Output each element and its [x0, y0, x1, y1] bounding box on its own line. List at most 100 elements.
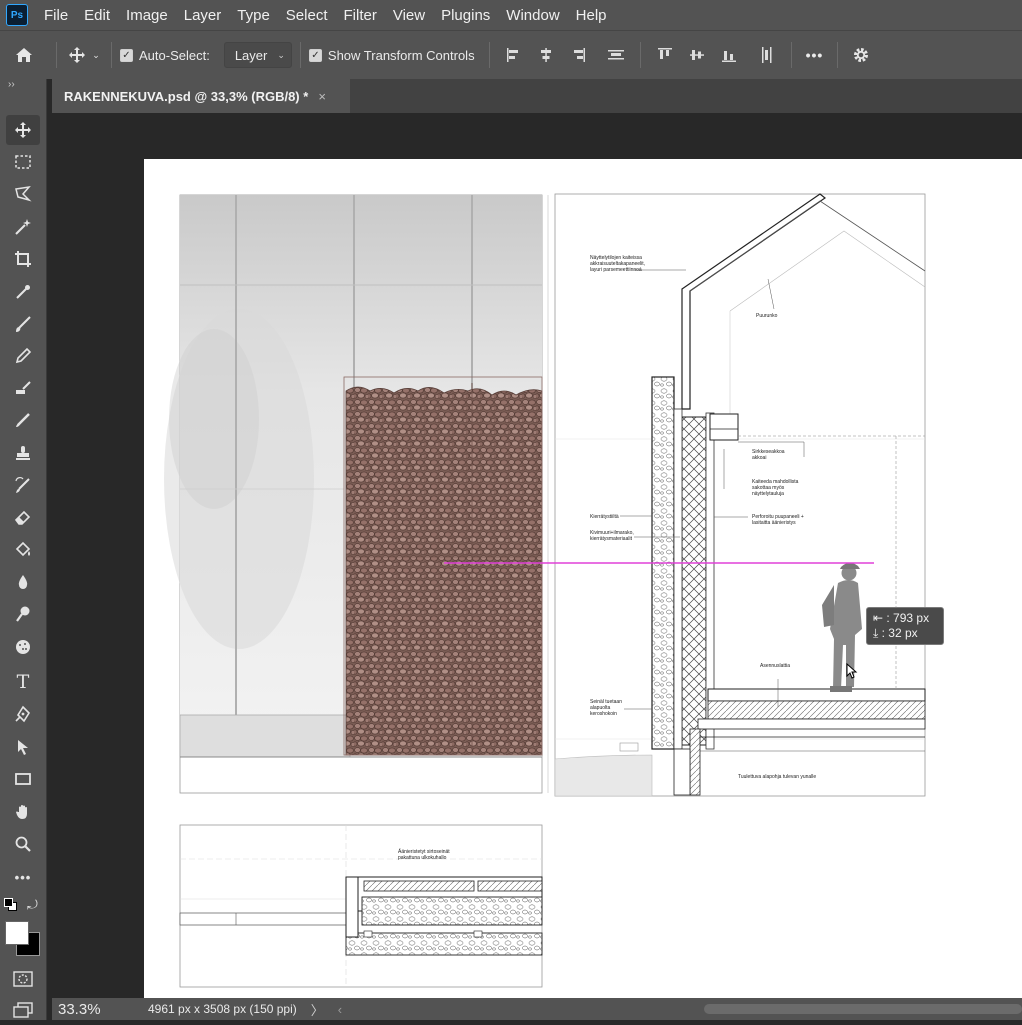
more-options-icon[interactable]: ••• [806, 47, 824, 63]
drawing-label: Kierrätystiiltä [590, 514, 619, 520]
pencil-tool-icon[interactable] [6, 341, 40, 371]
move-tool-icon[interactable] [65, 46, 89, 64]
quick-mask-icon[interactable] [6, 964, 40, 994]
zoom-tool-icon[interactable] [6, 829, 40, 859]
history-brush-tool-icon[interactable] [6, 470, 40, 500]
dodge-tool-icon[interactable] [6, 599, 40, 629]
rectangle-tool-icon[interactable] [6, 764, 40, 794]
detail-panel [179, 824, 543, 988]
sponge-tool-icon[interactable] [6, 632, 40, 662]
separator [56, 42, 57, 68]
marquee-tool-icon[interactable] [6, 147, 40, 177]
separator [488, 42, 490, 68]
stamp-tool-icon[interactable] [6, 438, 40, 468]
canvas-area[interactable]: Näyttelytilojen kaiteissa akkraisuutelta… [52, 113, 1022, 998]
tools-panel: ›› T ••• ⤾ [0, 79, 47, 1020]
document-info: 4961 px x 3508 px (150 ppi) [148, 1002, 297, 1016]
blur-tool-icon[interactable] [6, 567, 40, 597]
align-top-icon[interactable] [657, 47, 673, 63]
drawing-label: Asennuslattia [760, 663, 791, 669]
photoshop-logo-icon[interactable]: Ps [6, 4, 28, 26]
foreground-color-swatch[interactable] [5, 921, 29, 945]
chevron-down-icon: ⌄ [277, 49, 285, 60]
drawing-label: Perforoitu puupaneeli + lasitaitta äänie… [752, 514, 804, 526]
eraser-tool-icon[interactable] [6, 502, 40, 532]
horizontal-scrollbar[interactable] [704, 1004, 1022, 1014]
drawing-label: Näyttelytilojen kaiteissa akkraisuutelta… [590, 255, 646, 273]
pen-tool-icon[interactable] [6, 699, 40, 729]
drawing-label: Kaiteeda mahdollista sakottaa myös näytt… [752, 479, 799, 497]
drawing-label: Äänieristetyt sirtoseinät pakattuna ulko… [398, 849, 450, 861]
menu-file[interactable]: File [36, 7, 76, 24]
auto-select-label: Auto-Select: [139, 47, 210, 63]
home-icon[interactable] [0, 45, 48, 65]
separator [790, 42, 792, 68]
measure-dx: ⇤ : 793 px [873, 611, 930, 625]
measurement-tooltip: ⇤ : 793 px ⤓ : 32 px [866, 607, 944, 645]
screen-mode-icon[interactable] [6, 995, 40, 1025]
align-left-icon[interactable] [506, 47, 522, 63]
distribute-icon[interactable] [607, 47, 624, 63]
separator [639, 42, 641, 68]
architectural-drawing [164, 193, 926, 988]
drawing-label: Puurunko [756, 313, 778, 319]
menu-help[interactable]: Help [568, 7, 615, 24]
show-transform-checkbox[interactable]: ✓ [308, 48, 322, 62]
menu-type[interactable]: Type [229, 7, 278, 24]
clone-stamp-tool-icon[interactable] [6, 373, 40, 403]
auto-select-checkbox[interactable]: ✓ [120, 48, 133, 62]
document-canvas[interactable]: Näyttelytilojen kaiteissa akkraisuutelta… [144, 159, 1022, 998]
drawing-label: Tuulettuva alapohja tulevan yunalle [738, 774, 817, 780]
gear-icon[interactable] [846, 46, 876, 64]
menu-window[interactable]: Window [498, 7, 567, 24]
menu-image[interactable]: Image [118, 7, 176, 24]
swap-colors-icon[interactable]: ⤾ [27, 897, 38, 913]
status-bar: 33.3% 4961 px x 3508 px (150 ppi) 〉 ‹ [52, 998, 1022, 1020]
zoom-level[interactable]: 33.3% [52, 1001, 130, 1018]
show-transform-label: Show Transform Controls [327, 47, 475, 63]
tool-preset-chevron-icon[interactable]: ⌄ [89, 50, 103, 61]
drawing-label: Sirkkeseakkoa akkoai [752, 449, 785, 461]
separator [111, 42, 112, 68]
distribute-vertical-icon[interactable] [759, 47, 775, 63]
auto-select-dropdown[interactable]: Layer ⌄ [223, 42, 292, 68]
menu-bar: Ps File Edit Image Layer Type Select Fil… [0, 0, 1022, 30]
type-tool-icon[interactable]: T [6, 667, 40, 697]
align-middle-icon[interactable] [689, 47, 705, 63]
move-tool-icon[interactable] [6, 115, 40, 145]
magic-wand-tool-icon[interactable] [6, 212, 40, 242]
elevation-panel [164, 194, 549, 794]
drawing-label: Seinäl tuetaan alapuolta keroshokoin [590, 699, 622, 717]
auto-select-value: Layer [234, 47, 268, 63]
eyedropper-tool-icon[interactable] [6, 277, 40, 307]
mouse-cursor-icon [846, 663, 858, 679]
healing-brush-tool-icon[interactable] [6, 405, 40, 435]
separator [837, 42, 839, 68]
paint-bucket-tool-icon[interactable] [6, 535, 40, 565]
chevron-right-icon[interactable]: 〉 [311, 1000, 324, 1019]
scroll-left-icon[interactable]: ‹ [338, 1002, 342, 1017]
menu-filter[interactable]: Filter [336, 7, 385, 24]
document-tab[interactable]: RAKENNEKUVA.psd @ 33,3% (RGB/8) * × [52, 79, 350, 113]
menu-view[interactable]: View [385, 7, 433, 24]
brush-tool-icon[interactable] [6, 309, 40, 339]
menu-select[interactable]: Select [278, 7, 336, 24]
hand-tool-icon[interactable] [6, 797, 40, 827]
collapse-panel-icon[interactable]: ›› [8, 79, 15, 90]
align-bottom-icon[interactable] [721, 47, 737, 63]
default-colors-icon[interactable] [4, 898, 17, 911]
drawing-label: Kivimuuri+ilmarako, kierrätysmateriaalit [590, 530, 634, 542]
menu-plugins[interactable]: Plugins [433, 7, 498, 24]
more-tools-icon[interactable]: ••• [6, 862, 40, 892]
align-right-icon[interactable] [570, 47, 586, 63]
menu-edit[interactable]: Edit [76, 7, 118, 24]
close-icon[interactable]: × [318, 89, 326, 104]
menu-layer[interactable]: Layer [176, 7, 230, 24]
align-center-icon[interactable] [538, 47, 554, 63]
crop-tool-icon[interactable] [6, 244, 40, 274]
path-selection-tool-icon[interactable] [6, 732, 40, 762]
document-tabs: RAKENNEKUVA.psd @ 33,3% (RGB/8) * × [52, 79, 1022, 113]
measure-dy: ⤓ : 32 px [873, 626, 918, 640]
separator [299, 42, 301, 68]
lasso-tool-icon[interactable] [6, 179, 40, 209]
